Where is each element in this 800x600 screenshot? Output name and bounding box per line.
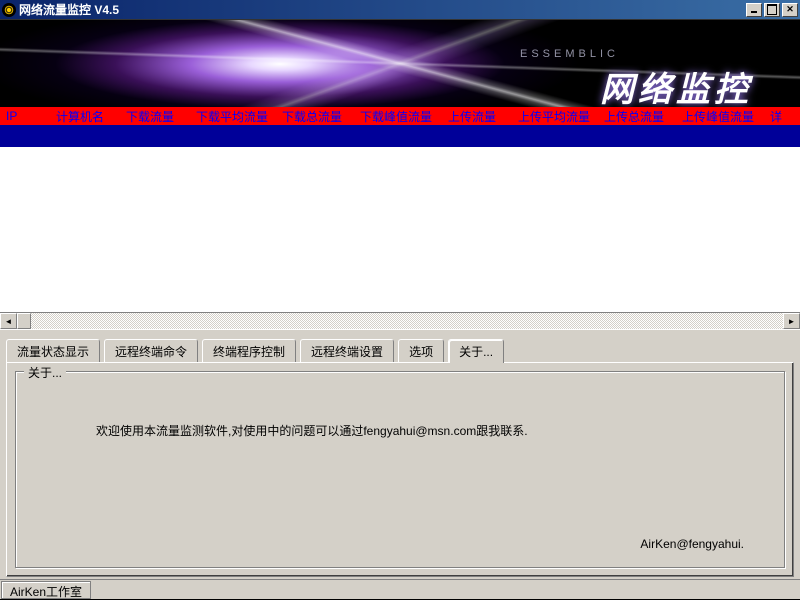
about-groupbox: 关于... 欢迎使用本流量监测软件,对使用中的问题可以通过fengyahui@m… <box>15 371 785 568</box>
tab-traffic-status[interactable]: 流量状态显示 <box>6 339 100 363</box>
banner: ESSEMBLIC 网络监控 <box>0 19 800 107</box>
window-controls <box>744 3 798 17</box>
tabs-row: 流量状态显示 远程终端命令 终端程序控制 远程终端设置 选项 关于... <box>0 330 800 362</box>
minimize-button[interactable] <box>746 3 762 17</box>
tab-content: 关于... 欢迎使用本流量监测软件,对使用中的问题可以通过fengyahui@m… <box>6 362 794 577</box>
tab-process-ctrl[interactable]: 终端程序控制 <box>202 339 296 363</box>
col-details[interactable]: 详 <box>764 108 794 125</box>
horizontal-scrollbar[interactable]: ◄ ► <box>0 312 800 329</box>
banner-smalltext: ESSEMBLIC <box>520 48 619 60</box>
lower-panel: 流量状态显示 远程终端命令 终端程序控制 远程终端设置 选项 关于... 关于.… <box>0 329 800 599</box>
scroll-track[interactable] <box>17 313 783 329</box>
about-signature: AirKen@fengyahui. <box>640 537 744 551</box>
statusbar: AirKen工作室 <box>0 579 800 599</box>
scroll-left-button[interactable]: ◄ <box>0 313 17 329</box>
col-dl-peak[interactable]: 下载峰值流量 <box>354 108 442 125</box>
maximize-button[interactable] <box>764 3 780 17</box>
scroll-right-button[interactable]: ► <box>783 313 800 329</box>
table-selection-row <box>0 125 800 147</box>
col-dl[interactable]: 下载流量 <box>120 108 190 125</box>
app-icon <box>2 3 16 17</box>
banner-bigtext: 网络监控 <box>600 62 752 107</box>
tab-remote-settings[interactable]: 远程终端设置 <box>300 339 394 363</box>
col-ip[interactable]: IP <box>0 109 50 123</box>
about-group-title: 关于... <box>24 364 66 381</box>
close-button[interactable] <box>782 3 798 17</box>
about-message: 欢迎使用本流量监测软件,对使用中的问题可以通过fengyahui@msn.com… <box>96 422 774 439</box>
col-dl-total[interactable]: 下载总流量 <box>276 108 354 125</box>
col-ul-peak[interactable]: 上传峰值流量 <box>676 108 764 125</box>
table-header: IP 计算机名 下载流量 下载平均流量 下载总流量 下载峰值流量 上传流量 上传… <box>0 107 800 125</box>
table-body[interactable] <box>0 147 800 312</box>
status-cell-workshop: AirKen工作室 <box>1 581 91 599</box>
scroll-thumb[interactable] <box>17 313 31 329</box>
col-hostname[interactable]: 计算机名 <box>50 108 120 125</box>
col-ul[interactable]: 上传流量 <box>442 108 512 125</box>
col-ul-avg[interactable]: 上传平均流量 <box>512 108 598 125</box>
tab-options[interactable]: 选项 <box>398 339 444 363</box>
titlebar: 网络流量监控 V4.5 <box>0 0 800 19</box>
col-ul-total[interactable]: 上传总流量 <box>598 108 676 125</box>
window-title: 网络流量监控 V4.5 <box>19 1 744 18</box>
tab-about[interactable]: 关于... <box>448 339 504 363</box>
tab-remote-cmd[interactable]: 远程终端命令 <box>104 339 198 363</box>
col-dl-avg[interactable]: 下载平均流量 <box>190 108 276 125</box>
